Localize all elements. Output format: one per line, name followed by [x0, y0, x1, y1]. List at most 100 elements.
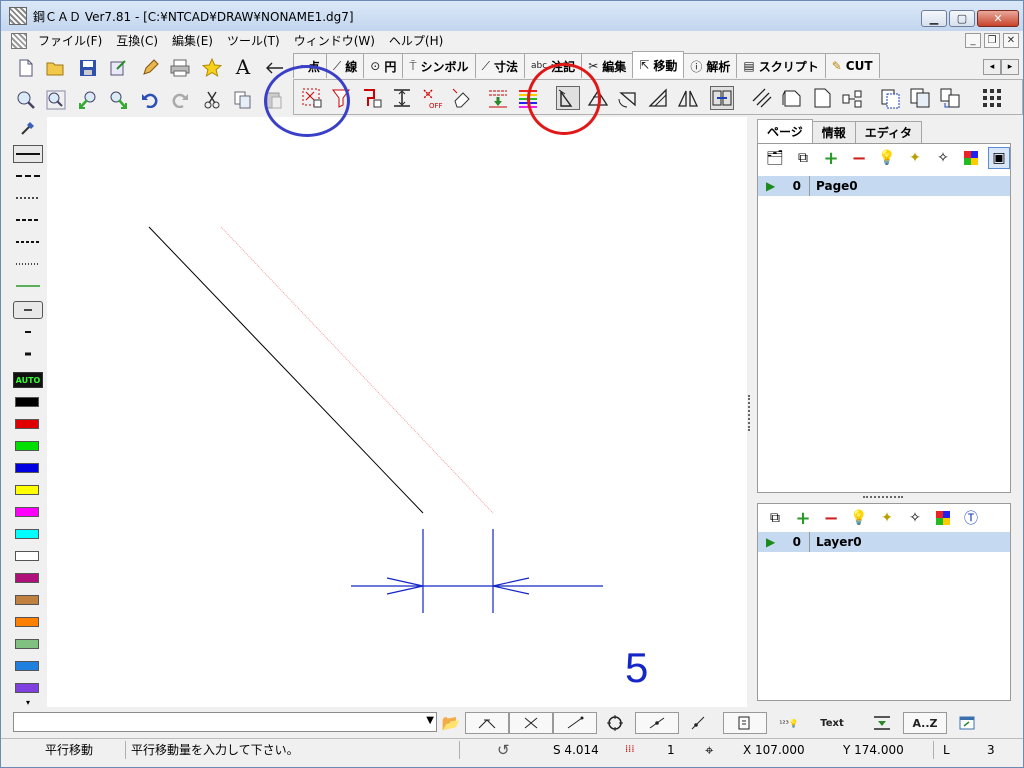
eyedropper-icon[interactable]: [13, 121, 43, 135]
new-file-icon[interactable]: [15, 57, 37, 79]
menu-file[interactable]: ファイル(F): [31, 31, 109, 51]
mdi-minimize-button[interactable]: _: [965, 33, 981, 48]
hide-all-icon[interactable]: ✧: [904, 507, 926, 529]
zoom-in-icon[interactable]: [77, 89, 99, 111]
layer-row[interactable]: ▶ 0 Layer0: [758, 532, 1010, 552]
show-all-icon[interactable]: ✦: [904, 147, 926, 169]
tab-script[interactable]: ▤ スクリプト: [736, 53, 826, 78]
color-swatch-blue[interactable]: [15, 463, 39, 473]
mirror-icon[interactable]: [676, 86, 700, 110]
rotate-copy-icon[interactable]: [586, 86, 610, 110]
line-thin-green[interactable]: [13, 279, 43, 293]
color-swatch-light-green[interactable]: [15, 639, 39, 649]
visible-icon[interactable]: 💡: [848, 507, 870, 529]
menu-tools[interactable]: ツール(T): [220, 31, 287, 51]
undo-icon[interactable]: [139, 89, 161, 111]
line-dashed[interactable]: [13, 169, 43, 183]
line-solid-thick[interactable]: [13, 145, 43, 163]
line-dash-short[interactable]: [13, 213, 43, 227]
add-icon[interactable]: +: [792, 507, 814, 529]
refresh-icon[interactable]: ↺: [497, 739, 510, 761]
page-copy-icon[interactable]: [780, 86, 804, 110]
filter-icon[interactable]: [330, 86, 354, 110]
color-swatch-orange[interactable]: [15, 617, 39, 627]
offset-icon[interactable]: [750, 86, 774, 110]
line-fine-dot[interactable]: [13, 257, 43, 271]
back-arrow-icon[interactable]: [263, 57, 285, 79]
line-weight-thick[interactable]: [13, 347, 43, 361]
snap-off-icon[interactable]: OFF: [420, 86, 444, 110]
sort-icon[interactable]: A..Z: [903, 712, 947, 734]
zoom-window-icon[interactable]: [15, 89, 37, 111]
color-swatch-white[interactable]: [15, 551, 39, 561]
palette-scroll-down-icon[interactable]: ▾: [13, 695, 43, 709]
tab-line[interactable]: ⟋ 線: [325, 53, 365, 78]
hide-all-icon[interactable]: ✧: [932, 147, 954, 169]
menu-window[interactable]: ウィンドウ(W): [287, 31, 382, 51]
snap-midpoint-icon[interactable]: [635, 712, 679, 734]
menu-compat[interactable]: 互換(C): [109, 31, 165, 51]
snap-nearest-icon[interactable]: [687, 712, 711, 734]
array-icon[interactable]: [938, 86, 962, 110]
snap-dialog-icon[interactable]: [723, 712, 767, 734]
color-swatch-green[interactable]: [15, 441, 39, 451]
tab-editor[interactable]: エディタ: [854, 121, 922, 143]
layer-duplicate-icon[interactable]: ⧉: [764, 507, 786, 529]
tab-symbol[interactable]: ⍑ シンボル: [402, 53, 476, 78]
paste-icon[interactable]: [263, 89, 285, 111]
tab-move[interactable]: ⇱ 移動: [632, 51, 685, 78]
visible-icon[interactable]: 💡: [876, 147, 898, 169]
maximize-button[interactable]: ▢: [949, 10, 975, 27]
tab-dimension[interactable]: ⟋ 寸法: [474, 53, 525, 78]
single-page-icon[interactable]: ▣: [988, 147, 1010, 169]
tab-info[interactable]: 情報: [811, 121, 856, 143]
tab-point[interactable]: · 点: [293, 53, 327, 78]
copy-icon[interactable]: [232, 89, 254, 111]
snap-center-icon[interactable]: [603, 712, 627, 734]
scale-icon[interactable]: [646, 86, 670, 110]
line-dotted[interactable]: [13, 191, 43, 205]
move-group-icon[interactable]: [878, 86, 902, 110]
mdi-close-button[interactable]: ✕: [1003, 33, 1019, 48]
page-duplicate-icon[interactable]: ⧉: [792, 147, 814, 169]
grid-icon[interactable]: [980, 86, 1004, 110]
auto-color-button[interactable]: AUTO: [13, 372, 43, 388]
parallel-move-icon[interactable]: [556, 86, 580, 110]
minimize-button[interactable]: ▁: [921, 10, 947, 27]
text-snap-icon[interactable]: Text: [815, 712, 849, 734]
show-all-icon[interactable]: ✦: [876, 507, 898, 529]
color-swatch-sky-blue[interactable]: [15, 661, 39, 671]
vertical-dim-icon[interactable]: [390, 86, 414, 110]
line-weight-selector[interactable]: [13, 301, 43, 319]
snap-endpoint-icon[interactable]: [465, 712, 509, 734]
document-icon[interactable]: [11, 33, 27, 49]
layer-down-icon[interactable]: [869, 712, 895, 734]
color-swatch-magenta[interactable]: [15, 507, 39, 517]
zoom-out-icon[interactable]: [107, 89, 129, 111]
print-icon[interactable]: [169, 57, 191, 79]
remove-icon[interactable]: −: [848, 147, 870, 169]
line-weight-thin[interactable]: [13, 325, 43, 339]
selected-line[interactable]: [148, 226, 424, 514]
snap-line-icon[interactable]: [553, 712, 597, 734]
select-window-icon[interactable]: [300, 86, 324, 110]
save-icon[interactable]: [77, 57, 99, 79]
color-swatch-red[interactable]: [15, 419, 39, 429]
page-icon[interactable]: [810, 86, 834, 110]
snap-intersection-icon[interactable]: [509, 712, 553, 734]
drawing-canvas[interactable]: 5: [47, 117, 747, 707]
line-dash-dot[interactable]: [13, 235, 43, 249]
tab-scroll-right-button[interactable]: ▸: [1001, 59, 1019, 75]
cut-icon[interactable]: [201, 89, 223, 111]
text-a-icon[interactable]: A: [232, 55, 254, 79]
edit-pencil-icon[interactable]: [139, 57, 161, 79]
tab-cut[interactable]: ✎ CUT: [824, 53, 880, 78]
open-folder-icon[interactable]: [45, 57, 67, 79]
folder-icon[interactable]: 📂: [439, 712, 463, 734]
color-swatch-purple[interactable]: [15, 573, 39, 583]
connect-icon[interactable]: [840, 86, 864, 110]
select-chain-icon[interactable]: [360, 86, 384, 110]
color-swatch-brown[interactable]: [15, 595, 39, 605]
tab-annotation[interactable]: abc 注記: [523, 53, 583, 78]
close-button[interactable]: ✕: [977, 10, 1019, 27]
